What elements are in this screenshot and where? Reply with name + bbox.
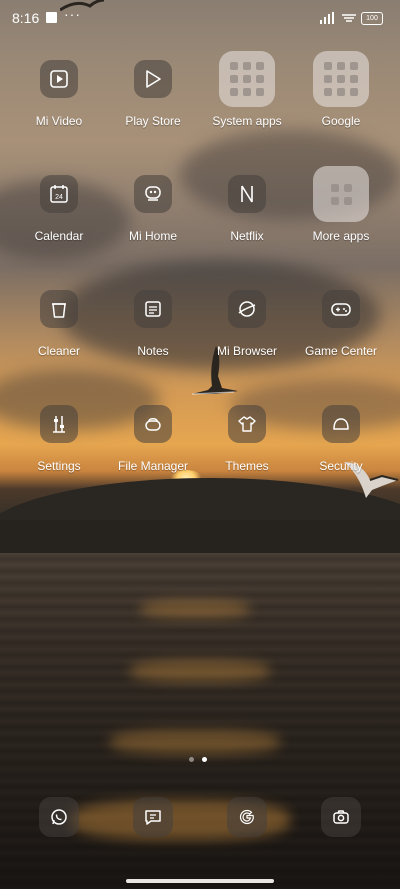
dock-whatsapp[interactable]: [39, 797, 79, 837]
folder-icon: [313, 51, 369, 107]
camera-icon: [333, 810, 349, 824]
netflix-n-icon: [228, 175, 266, 213]
app-security[interactable]: Security: [295, 405, 387, 473]
app-calendar[interactable]: 24 Calendar: [13, 175, 105, 243]
app-label: More apps: [312, 229, 370, 243]
app-themes[interactable]: Themes: [201, 405, 293, 473]
app-mi-video[interactable]: Mi Video: [13, 60, 105, 128]
app-label: Calendar: [34, 229, 84, 243]
trash-icon: [40, 290, 78, 328]
gamepad-icon: [322, 290, 360, 328]
play-triangle-icon: [134, 60, 172, 98]
folder-pill-icon: [134, 405, 172, 443]
app-label: Notes: [137, 344, 169, 358]
shoreline: [0, 520, 400, 555]
app-label: Mi Home: [128, 229, 177, 243]
app-label: Themes: [225, 459, 269, 473]
wifi-icon: [342, 14, 356, 22]
gesture-home-bar[interactable]: [126, 879, 274, 883]
folder-google[interactable]: Google: [295, 51, 387, 128]
sun-reflection: [110, 730, 280, 754]
planet-icon: [228, 290, 266, 328]
app-cleaner[interactable]: Cleaner: [13, 290, 105, 358]
app-label: Mi Video: [35, 114, 83, 128]
folder-icon: [313, 166, 369, 222]
page-dot-active: [202, 757, 207, 762]
app-label: File Manager: [117, 459, 189, 473]
app-game-center[interactable]: Game Center: [295, 290, 387, 358]
app-label: System apps: [212, 114, 282, 128]
home-robot-icon: [134, 175, 172, 213]
app-label: Game Center: [304, 344, 378, 358]
app-label: Netflix: [230, 229, 264, 243]
app-mi-browser[interactable]: Mi Browser: [201, 290, 293, 358]
message-icon: [145, 810, 161, 825]
more-notifications-indicator: ···: [64, 6, 81, 22]
app-play-store[interactable]: Play Store: [107, 60, 199, 128]
folder-system-apps[interactable]: System apps: [201, 51, 293, 128]
app-label: Settings: [37, 459, 81, 473]
folder-more-apps[interactable]: More apps: [295, 166, 387, 243]
google-g-icon: [239, 809, 254, 825]
status-time: 8:16: [12, 10, 40, 26]
app-label: Cleaner: [37, 344, 81, 358]
calendar-day: 24: [55, 194, 63, 201]
whatsapp-icon: [51, 809, 67, 825]
dock-messages[interactable]: [133, 797, 173, 837]
app-mi-home[interactable]: Mi Home: [107, 175, 199, 243]
play-square-icon: [40, 60, 78, 98]
page-indicator[interactable]: [189, 757, 213, 763]
notification-icon: [46, 12, 57, 23]
sun-reflection: [130, 660, 270, 682]
app-file-manager[interactable]: File Manager: [107, 405, 199, 473]
dock-google[interactable]: [227, 797, 267, 837]
home-screen: 8:16 ··· 100 Mi Video Play Store System …: [0, 0, 400, 889]
calendar-icon: 24: [40, 175, 78, 213]
folder-icon: [219, 51, 275, 107]
status-bar: 8:16 ··· 100: [0, 0, 400, 36]
app-notes[interactable]: Notes: [107, 290, 199, 358]
shirt-icon: [228, 405, 266, 443]
app-netflix[interactable]: Netflix: [201, 175, 293, 243]
app-label: Security: [319, 459, 363, 473]
page-dot: [189, 757, 194, 762]
app-settings[interactable]: Settings: [13, 405, 105, 473]
dock-camera[interactable]: [321, 797, 361, 837]
sun-reflection: [140, 600, 250, 618]
app-label: Play Store: [125, 114, 181, 128]
battery-icon: 100: [361, 12, 383, 25]
shield-dome-icon: [322, 405, 360, 443]
app-label: Google: [321, 114, 361, 128]
notes-icon: [134, 290, 172, 328]
signal-icon: [320, 12, 334, 24]
sliders-icon: [40, 405, 78, 443]
app-label: Mi Browser: [216, 344, 277, 358]
